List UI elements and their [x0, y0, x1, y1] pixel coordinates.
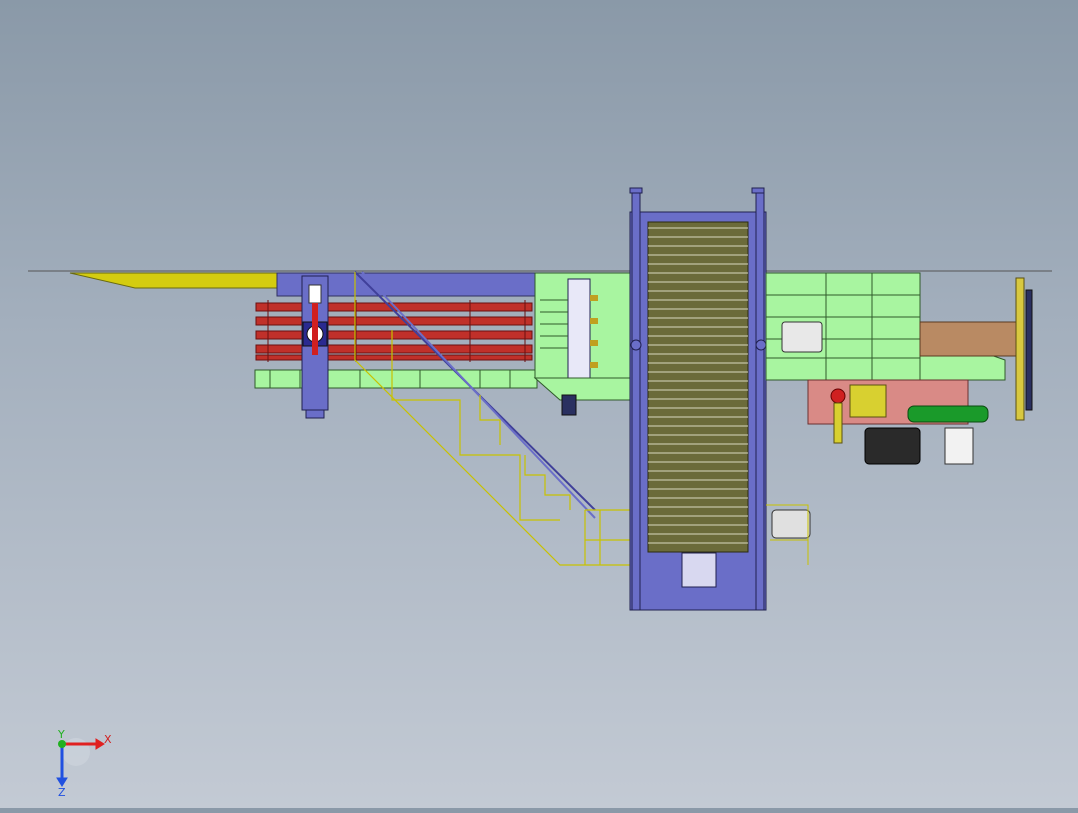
control-housing [533, 272, 631, 416]
hydraulic-power-unit [807, 379, 989, 465]
orientation-triad: X Y Z [56, 728, 112, 799]
end-frame [1015, 277, 1033, 421]
press-column [301, 275, 329, 419]
discharge-pipe [919, 321, 1021, 357]
triad-y-label: Y [57, 728, 65, 741]
cad-3d-viewport[interactable]: X Y Z [0, 0, 1078, 808]
base-frame-left [254, 369, 538, 389]
feed-chute [69, 272, 301, 289]
vertical-conveyor [629, 187, 767, 611]
model-drawing: X Y Z [28, 187, 1052, 799]
triad-z-label: Z [58, 786, 66, 799]
drive-motor [766, 504, 811, 565]
triad-x-label: X [104, 733, 112, 746]
